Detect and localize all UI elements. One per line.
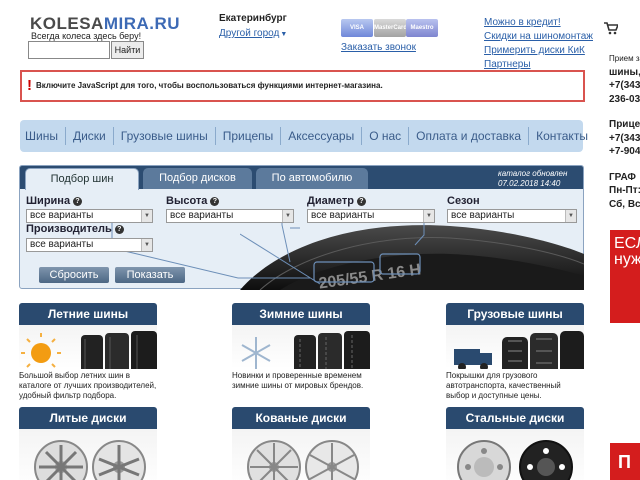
nav-about[interactable]: О нас <box>361 127 408 145</box>
show-button[interactable]: Показать <box>115 267 185 283</box>
chevron-down-icon: ▼ <box>282 210 293 222</box>
other-city-link[interactable]: Другой город▼ <box>219 28 287 39</box>
maestro-card-icon: Maestro <box>406 19 438 37</box>
category-winter-tires[interactable]: Зимние шины Новинки и проверенные времен… <box>232 303 370 391</box>
tab-by-car[interactable]: По автомобилю <box>256 168 368 189</box>
chevron-down-icon: ▼ <box>423 210 434 222</box>
header-right-links: Можно в кредит! Скидки на шиномонтаж При… <box>484 16 593 72</box>
nav-accessories[interactable]: Аксессуары <box>280 127 361 145</box>
category-summer-tires[interactable]: Летние шины Большой выбор летних шин в к… <box>19 303 157 401</box>
maker-select[interactable]: все варианты ▼ <box>26 238 153 252</box>
order-call-link[interactable]: Заказать звонок <box>341 42 416 53</box>
chevron-down-icon: ▼ <box>565 210 576 222</box>
width-select[interactable]: все варианты ▼ <box>26 209 153 223</box>
nav-trailers[interactable]: Прицепы <box>214 127 281 145</box>
season-label: Сезон <box>447 195 480 207</box>
wheel-icon <box>247 440 359 480</box>
alloy-wheels-image[interactable] <box>19 429 157 480</box>
nav-payment-delivery[interactable]: Оплата и доставка <box>408 127 528 145</box>
diameter-select[interactable]: все варианты ▼ <box>307 209 435 223</box>
nav-contacts[interactable]: Контакты <box>528 127 595 145</box>
steel-wheels-image[interactable] <box>446 429 584 480</box>
tab-tire-selection[interactable]: Подбор шин <box>25 168 139 190</box>
help-icon[interactable]: ? <box>114 225 124 234</box>
catalog-updated: каталог обновлен 07.02.2018 14:40 <box>498 169 568 188</box>
wheel-icon <box>34 440 146 480</box>
wheel-icon <box>457 440 573 480</box>
forged-wheels-image[interactable] <box>232 429 370 480</box>
tire-fitting-discount-link[interactable]: Скидки на шиномонтаж <box>484 31 593 42</box>
promo-banner[interactable]: ЕСЛ нуж <box>610 230 640 323</box>
snowflake-icon <box>241 331 370 369</box>
truck-icon <box>454 331 584 369</box>
cart-icon[interactable] <box>604 22 618 35</box>
winter-tires-image[interactable] <box>232 325 370 369</box>
truck-tires-image[interactable] <box>446 325 584 369</box>
current-city: Екатеринбург <box>219 13 287 24</box>
search-input[interactable] <box>28 41 110 59</box>
tab-wheel-selection[interactable]: Подбор дисков <box>143 168 252 189</box>
maker-label: Производитель? <box>26 223 124 235</box>
nav-truck-tires[interactable]: Грузовые шины <box>112 127 215 145</box>
javascript-warning: ! Включите JavaScript для того, чтобы во… <box>20 70 585 102</box>
try-wheels-link[interactable]: Примерить диски КиК <box>484 45 585 56</box>
sun-icon <box>21 331 157 369</box>
partners-link[interactable]: Партнеры <box>484 59 531 70</box>
summer-tires-image[interactable] <box>19 325 157 369</box>
visa-card-icon: VISA <box>341 19 373 37</box>
category-steel-wheels[interactable]: Стальные диски <box>446 407 584 480</box>
help-icon[interactable]: ? <box>73 197 83 206</box>
category-forged-wheels[interactable]: Кованые диски <box>232 407 370 480</box>
category-truck-tires[interactable]: Грузовые шины Покрышки для грузового авт… <box>446 303 584 401</box>
nav-tires[interactable]: Шины <box>20 127 65 145</box>
nav-wheels[interactable]: Диски <box>64 127 113 145</box>
right-contact-column: Прием за шины, +7(343 236-03 Прице +7(34… <box>609 54 640 210</box>
height-label: Высота? <box>166 195 220 207</box>
mastercard-icon: MasterCard <box>374 19 407 37</box>
width-label: Ширина? <box>26 195 83 207</box>
dropdown-arrow-icon: ▼ <box>280 31 288 38</box>
main-nav: Шины Диски Грузовые шины Прицепы Аксессу… <box>20 120 588 152</box>
search-button[interactable]: Найти <box>111 41 144 59</box>
help-icon[interactable]: ? <box>210 197 220 206</box>
reset-button[interactable]: Сбросить <box>39 267 109 283</box>
slogan: Всегда колеса здесь беру! <box>31 31 142 41</box>
help-icon[interactable]: ? <box>356 197 366 206</box>
exclamation-icon: ! <box>27 77 32 94</box>
season-select[interactable]: все варианты ▼ <box>447 209 577 223</box>
chevron-down-icon: ▼ <box>141 210 152 222</box>
category-alloy-wheels[interactable]: Литые диски <box>19 407 157 480</box>
credit-link[interactable]: Можно в кредит! <box>484 17 561 28</box>
chevron-down-icon: ▼ <box>141 239 152 251</box>
promo-banner-2[interactable]: П <box>610 443 640 480</box>
height-select[interactable]: все варианты ▼ <box>166 209 294 223</box>
diameter-label: Диаметр? <box>307 195 366 207</box>
